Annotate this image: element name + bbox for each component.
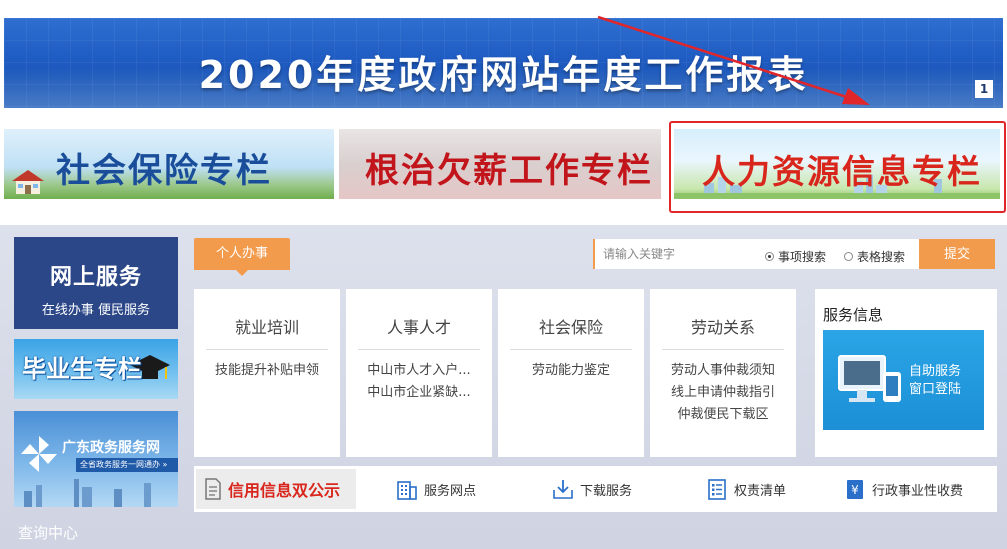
radio-unselected-icon xyxy=(844,252,853,261)
guangdong-service-banner[interactable]: 广东政务服务网 全省政务服务一网通办 » xyxy=(14,411,178,507)
card-social-insurance: 社会保险 劳动能力鉴定 xyxy=(498,289,644,457)
query-center-label[interactable]: 查询中心 xyxy=(18,522,78,543)
document-icon xyxy=(205,478,221,500)
social-insurance-banner[interactable]: 社会保险专栏 xyxy=(4,129,334,199)
online-service-subtitle: 在线办事 便民服务 xyxy=(41,303,151,318)
download-service-link[interactable]: 下载服务 xyxy=(552,476,632,502)
radio-selected-icon xyxy=(765,252,774,261)
service-info-box: 服务信息 自助服务 窗口登陆 xyxy=(815,289,997,457)
power-list-label: 权责清单 xyxy=(734,483,787,499)
hr-info-highlight-frame xyxy=(669,121,1006,213)
card-employment-training: 就业培训 技能提升补贴申领 xyxy=(194,289,340,457)
svg-text:¥: ¥ xyxy=(851,483,859,497)
social-insurance-label: 社会保险专栏 xyxy=(56,151,272,191)
online-service-box[interactable]: 网上服务 在线办事 便民服务 xyxy=(14,237,178,329)
service-outlets-link[interactable]: 服务网点 xyxy=(396,476,476,502)
card-link[interactable]: 劳动能力鉴定 xyxy=(498,360,644,382)
service-outlets-label: 服务网点 xyxy=(424,483,477,499)
card-title[interactable]: 社会保险 xyxy=(510,289,632,350)
house-icon xyxy=(12,170,44,194)
graduates-column-label: 毕业生专栏 xyxy=(22,355,142,383)
service-info-title: 服务信息 xyxy=(823,306,884,324)
yuan-badge-icon: ¥ xyxy=(847,480,863,499)
card-title[interactable]: 人事人才 xyxy=(358,289,480,350)
card-link[interactable]: 技能提升补贴申领 xyxy=(194,360,340,382)
download-tray-icon xyxy=(553,480,573,499)
card-title[interactable]: 劳动关系 xyxy=(662,289,784,350)
submit-button[interactable]: 提交 xyxy=(919,239,995,269)
guangdong-service-tagline: 全省政务服务一网通办 » xyxy=(76,458,178,472)
card-link[interactable]: 线上申请仲裁指引 xyxy=(650,382,796,404)
wage-arrears-label: 根治欠薪工作专栏 xyxy=(365,151,653,191)
credit-info-label: 信用信息双公示 xyxy=(228,481,341,500)
banner-title: 2020年度政府网站年度工作报表 xyxy=(198,53,809,97)
radio-form-search-label: 表格搜索 xyxy=(857,250,906,264)
computer-icon xyxy=(838,355,901,402)
city-skyline-icon xyxy=(24,479,151,507)
pinwheel-logo-icon xyxy=(21,436,57,472)
bottom-links-bar: 信用信息双公示 服务网点 下载服务 权责清单 ¥ 行政事业性收费 xyxy=(194,466,997,512)
card-link[interactable]: 劳动人事仲裁须知 xyxy=(650,360,796,382)
card-title[interactable]: 就业培训 xyxy=(206,289,328,350)
card-labor-relations: 劳动关系 劳动人事仲裁须知 线上申请仲裁指引 仲裁便民下载区 xyxy=(650,289,796,457)
radio-form-search[interactable]: 表格搜索 xyxy=(844,248,905,265)
admin-fees-link[interactable]: ¥ 行政事业性收费 xyxy=(844,476,963,502)
guangdong-service-name: 广东政务服务网 xyxy=(62,440,160,456)
tab-personal-affairs[interactable]: 个人办事 xyxy=(194,238,290,276)
power-list-link[interactable]: 权责清单 xyxy=(706,476,786,502)
credit-info-button[interactable]: 信用信息双公示 xyxy=(196,469,356,509)
online-service-title: 网上服务 xyxy=(49,265,142,290)
card-link[interactable]: 中山市人才入户... xyxy=(346,360,492,382)
self-service-login-button[interactable]: 自助服务 窗口登陆 xyxy=(823,330,984,430)
report-banner[interactable]: 2020年度政府网站年度工作报表 1 xyxy=(4,18,1003,108)
graduates-column-banner[interactable]: 毕业生专栏 xyxy=(14,339,178,399)
wage-arrears-banner[interactable]: 根治欠薪工作专栏 xyxy=(339,129,661,199)
search-box: 事项搜索 表格搜索 xyxy=(593,239,919,269)
self-service-line2: 窗口登陆 xyxy=(909,382,962,397)
building-icon xyxy=(397,481,417,500)
card-link[interactable]: 中山市企业紧缺... xyxy=(346,382,492,404)
self-service-line1: 自助服务 xyxy=(909,364,962,379)
card-personnel-talent: 人事人才 中山市人才入户... 中山市企业紧缺... xyxy=(346,289,492,457)
download-service-label: 下载服务 xyxy=(580,483,633,499)
radio-item-search-label: 事项搜索 xyxy=(778,250,827,264)
admin-fees-label: 行政事业性收费 xyxy=(872,483,964,499)
radio-item-search[interactable]: 事项搜索 xyxy=(765,248,826,265)
search-input[interactable] xyxy=(603,243,743,265)
card-link[interactable]: 仲裁便民下载区 xyxy=(650,404,796,426)
checklist-icon xyxy=(708,479,726,500)
banner-page-indicator[interactable]: 1 xyxy=(975,80,993,98)
